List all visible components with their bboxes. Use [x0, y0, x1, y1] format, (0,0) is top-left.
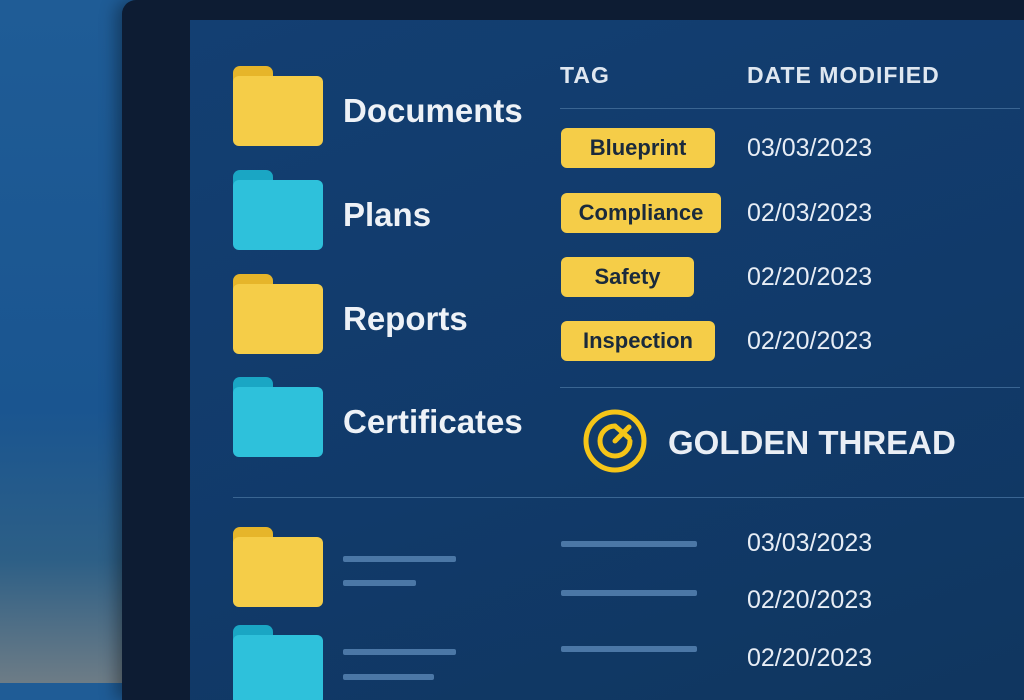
- folder-item-certificates[interactable]: Certificates: [233, 377, 553, 459]
- list-divider: [233, 497, 1024, 498]
- folder-icon: [233, 170, 323, 250]
- placeholder-tag-line: [561, 590, 697, 596]
- date-modified: 02/20/2023: [747, 327, 873, 355]
- placeholder-tag-line: [561, 646, 697, 652]
- date-modified: 02/20/2023: [747, 263, 873, 291]
- folder-icon: [233, 66, 323, 146]
- section-divider: [560, 387, 1020, 388]
- placeholder-text-line: [343, 674, 434, 680]
- folder-label: Plans: [343, 196, 432, 233]
- column-header-tag[interactable]: TAG: [560, 62, 610, 89]
- folder-icon: [233, 527, 323, 607]
- date-modified: 02/20/2023: [747, 586, 873, 614]
- brand-name: GOLDEN THREAD: [668, 424, 956, 461]
- header-divider: [560, 108, 1020, 109]
- tag-badge-blueprint[interactable]: Blueprint: [561, 128, 715, 168]
- list-item[interactable]: [233, 625, 553, 700]
- folder-label: Documents: [343, 92, 523, 129]
- folder-item-documents[interactable]: Documents: [233, 66, 553, 148]
- date-modified: 02/03/2023: [747, 199, 873, 227]
- placeholder-tag-line: [561, 541, 697, 547]
- list-item[interactable]: [233, 527, 553, 609]
- app-screen: Documents Plans Reports Certificates TAG…: [190, 20, 1024, 700]
- folder-label: Reports: [343, 300, 468, 337]
- folder-icon: [233, 625, 323, 700]
- date-modified: 03/03/2023: [747, 134, 873, 162]
- column-header-date-modified[interactable]: DATE MODIFIED: [747, 62, 940, 89]
- golden-thread-logo-icon: [583, 409, 647, 473]
- folder-label: Certificates: [343, 403, 523, 440]
- placeholder-text-line: [343, 556, 456, 562]
- placeholder-text-line: [343, 580, 416, 586]
- folder-item-reports[interactable]: Reports: [233, 274, 553, 356]
- folder-item-plans[interactable]: Plans: [233, 170, 553, 252]
- date-modified: 02/20/2023: [747, 644, 873, 672]
- date-modified: 03/03/2023: [747, 529, 873, 557]
- folder-icon: [233, 274, 323, 354]
- placeholder-text-line: [343, 649, 456, 655]
- tag-badge-compliance[interactable]: Compliance: [561, 193, 721, 233]
- folder-icon: [233, 377, 323, 457]
- tag-badge-safety[interactable]: Safety: [561, 257, 694, 297]
- tag-badge-inspection[interactable]: Inspection: [561, 321, 715, 361]
